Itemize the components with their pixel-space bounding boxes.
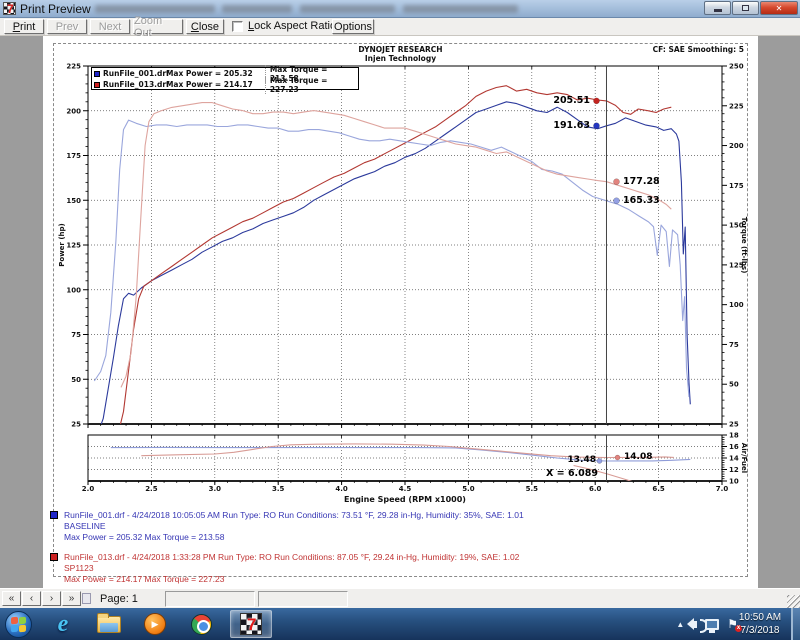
network-icon[interactable] (705, 619, 719, 630)
run-info-block: RunFile_001.drf - 4/24/2018 10:05:05 AM … (50, 510, 524, 594)
zoom-out-button[interactable]: Zoom Out (133, 19, 183, 34)
clock-date: 7/3/2018 (734, 624, 786, 637)
print-button[interactable]: Print (4, 19, 44, 34)
volume-icon[interactable] (692, 621, 697, 628)
run-conditions: RunFile_013.drf - 4/24/2018 1:33:28 PM R… (64, 552, 524, 563)
run-info-sp1123: RunFile_013.drf - 4/24/2018 1:33:28 PM R… (50, 552, 524, 585)
lock-aspect-ratio-label: Lock Aspect Ratio (248, 20, 336, 32)
legend-max-torque: Max Torque = 227.23 (265, 76, 358, 94)
marker-label-torque-blue: 165.33 (623, 195, 660, 206)
run-conditions: RunFile_001.drf - 4/24/2018 10:05:05 AM … (64, 510, 524, 521)
media-player-icon: ▶ (144, 613, 166, 635)
run-info-baseline: RunFile_001.drf - 4/24/2018 10:05:05 AM … (50, 510, 524, 543)
chart-title: DYNOJET RESEARCH (43, 45, 758, 54)
clock-time: 10:50 AM (734, 611, 786, 624)
redacted-title-text (300, 5, 395, 13)
status-cell (165, 591, 255, 607)
windows-logo-icon (19, 616, 26, 624)
minimize-icon (714, 9, 722, 12)
restore-icon (742, 5, 749, 11)
run-name: BASELINE (64, 521, 524, 532)
close-button[interactable]: Close (186, 19, 224, 34)
toolbar: Print Prev Next Zoom Out Close Lock Aspe… (0, 18, 800, 36)
redacted-title-text (222, 5, 292, 13)
app-icon (3, 2, 16, 15)
system-tray: ▲ ⚑x (676, 608, 738, 640)
internet-explorer-icon: e (58, 614, 69, 634)
lock-aspect-ratio-checkbox[interactable] (232, 21, 243, 32)
taskbar-item-internet-explorer[interactable]: e (48, 611, 78, 637)
folder-icon (97, 616, 121, 633)
taskbar-clock[interactable]: 10:50 AM 7/3/2018 (734, 611, 786, 637)
page-setup-icon[interactable] (82, 593, 91, 604)
hidden-icons-arrow[interactable]: ▲ (676, 620, 684, 629)
page-number: Page: 1 (100, 591, 160, 607)
marker-label-power-red: 205.51 (540, 95, 590, 106)
taskbar: e ▶ ▲ ⚑x 10:50 AM 7/3/2018 (0, 608, 800, 640)
winpep-dyno-icon (240, 613, 262, 635)
legend-swatch-red (94, 82, 100, 88)
marker-label-torque-red: 177.28 (623, 176, 660, 187)
run-name: SP1123 (64, 563, 524, 574)
marker-label-af-blue: 13.48 (556, 455, 596, 465)
legend-row: RunFile_013.drf Max Power = 214.17 Max T… (92, 79, 358, 90)
print-margin-guide (53, 43, 748, 577)
cursor-x-label: X = 6.089 (538, 468, 598, 479)
next-page-button[interactable]: › (42, 591, 61, 606)
close-window-button[interactable]: ✕ (760, 1, 798, 15)
legend-max-power: Max Power = 214.17 (166, 80, 265, 89)
close-icon: ✕ (776, 4, 783, 13)
minimize-button[interactable] (704, 1, 731, 15)
screen: Print Preview ✕ Print Prev Next Zoom Out… (0, 0, 800, 640)
run-swatch-blue (50, 511, 58, 519)
options-button[interactable]: Options (332, 19, 374, 34)
redacted-title-text (95, 5, 215, 13)
title-bar: Print Preview ✕ (0, 0, 800, 18)
status-cell (258, 591, 348, 607)
chrome-icon (191, 614, 212, 635)
taskbar-item-chrome[interactable] (186, 611, 216, 637)
taskbar-item-winpep-active[interactable] (230, 610, 272, 638)
restore-button[interactable] (732, 1, 759, 15)
show-desktop-button[interactable] (791, 608, 800, 640)
taskbar-item-media-player[interactable]: ▶ (140, 611, 170, 637)
legend-swatch-blue (94, 71, 100, 77)
chart-legend: RunFile_001.drf Max Power = 205.32 Max T… (91, 67, 359, 90)
redacted-title-text (403, 5, 518, 13)
marker-label-power-blue: 191.63 (540, 120, 590, 131)
taskbar-item-explorer[interactable] (94, 611, 124, 637)
start-button[interactable] (5, 611, 32, 638)
smoothing-info: CF: SAE Smoothing: 5 (653, 45, 744, 54)
run-swatch-red (50, 553, 58, 561)
run-max-values: Max Power = 214.17 Max Torque = 227.23 (64, 574, 524, 585)
prev-page-button[interactable]: ‹ (22, 591, 41, 606)
run-max-values: Max Power = 205.32 Max Torque = 213.58 (64, 532, 524, 543)
windows-logo-icon (11, 624, 18, 632)
windows-logo-icon (19, 624, 26, 632)
last-page-button[interactable]: » (62, 591, 81, 606)
legend-file: RunFile_001.drf (103, 69, 166, 78)
resize-grip[interactable] (787, 595, 800, 608)
marker-label-af-red: 14.08 (624, 452, 652, 462)
status-bar: « ‹ › » Page: 1 (0, 588, 800, 608)
chart-subtitle: Injen Technology (43, 54, 758, 63)
legend-file: RunFile_013.drf (103, 80, 166, 89)
next-button[interactable]: Next (90, 19, 130, 34)
preview-page: DYNOJET RESEARCH Injen Technology CF: SA… (43, 36, 758, 588)
first-page-button[interactable]: « (2, 591, 21, 606)
prev-button[interactable]: Prev (47, 19, 87, 34)
legend-max-power: Max Power = 205.32 (166, 69, 265, 78)
window-title: Print Preview (20, 2, 91, 16)
windows-logo-icon (11, 616, 18, 624)
